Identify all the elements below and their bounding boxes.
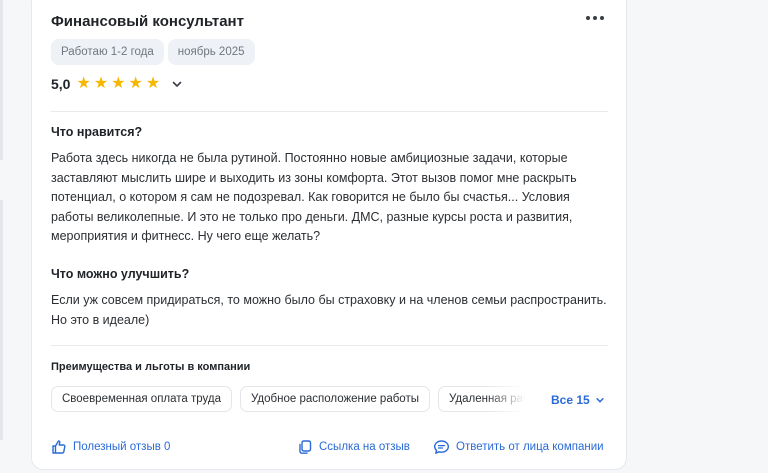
chevron-down-icon[interactable] bbox=[171, 78, 183, 90]
cons-title: Что можно улучшить? bbox=[51, 267, 190, 281]
review-actions: Полезный отзыв 0 Ссылка на отзыв Ответит… bbox=[51, 439, 611, 459]
reply-button[interactable]: Ответить от лица компании bbox=[433, 439, 604, 455]
benefit-chip: Удаленная работа bbox=[437, 386, 531, 412]
copy-link-label: Ссылка на отзыв bbox=[319, 441, 410, 453]
helpful-button[interactable]: Полезный отзыв 0 bbox=[51, 439, 170, 455]
review-tags: Работаю 1-2 года ноябрь 2025 bbox=[51, 39, 255, 65]
review-card: Финансовый консультант Работаю 1-2 года … bbox=[31, 0, 627, 470]
star-icon: ★ bbox=[93, 75, 109, 92]
comment-icon bbox=[434, 440, 449, 454]
pros-title: Что нравится? bbox=[51, 125, 143, 139]
review-title: Финансовый консультант bbox=[51, 13, 244, 30]
copy-link-icon bbox=[299, 440, 312, 454]
star-icon: ★ bbox=[145, 75, 161, 92]
copy-link-button[interactable]: Ссылка на отзыв bbox=[297, 439, 410, 455]
helpful-label: Полезный отзыв 0 bbox=[73, 441, 171, 453]
tag-experience: Работаю 1-2 года bbox=[51, 39, 164, 65]
all-benefits-label: Все 15 bbox=[551, 393, 590, 407]
thumbs-up-icon bbox=[52, 440, 66, 454]
benefits-list: Своевременная оплата труда Удобное распо… bbox=[51, 386, 531, 413]
pros-text: Работа здесь никогда не была рутиной. По… bbox=[51, 151, 577, 243]
benefit-chip: Удобное расположение работы bbox=[240, 386, 430, 412]
rating: 5,0 ★ ★ ★ ★ ★ bbox=[51, 76, 183, 92]
rating-value: 5,0 bbox=[51, 76, 71, 92]
star-icon: ★ bbox=[76, 75, 91, 92]
divider bbox=[51, 111, 608, 112]
benefits-title: Преимущества и льготы в компании bbox=[51, 361, 251, 373]
more-icon[interactable] bbox=[586, 16, 604, 20]
left-edge-decor bbox=[0, 0, 5, 473]
star-icon: ★ bbox=[111, 75, 126, 92]
benefit-chip: Своевременная оплата труда bbox=[51, 386, 233, 412]
all-benefits-button[interactable]: Все 15 bbox=[551, 393, 605, 407]
cons-text: Если уж совсем придираться, то можно был… bbox=[51, 293, 607, 327]
tag-date: ноябрь 2025 bbox=[167, 39, 255, 65]
divider bbox=[51, 345, 608, 346]
star-icon: ★ bbox=[128, 75, 143, 92]
chevron-down-icon bbox=[596, 398, 604, 403]
reply-label: Ответить от лица компании bbox=[456, 441, 604, 453]
